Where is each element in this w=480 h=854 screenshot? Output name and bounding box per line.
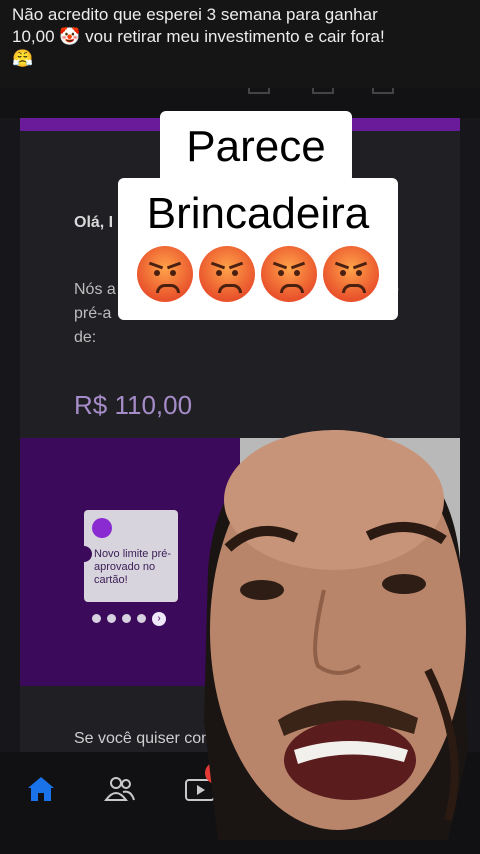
friends-icon <box>104 777 135 801</box>
home-icon <box>28 777 54 801</box>
credit-amount: R$ 110,00 <box>74 390 193 420</box>
angry-face-icon <box>261 246 317 302</box>
angry-face-icon <box>137 246 193 302</box>
sticker-text-brincadeira: Brincadeira <box>118 178 398 320</box>
email-body-line-1: Nós a <box>74 281 116 298</box>
card-notch <box>76 546 92 562</box>
caption-line-3: 😤 <box>12 49 34 68</box>
carousel-dot[interactable] <box>107 614 116 623</box>
sticker-word: Brincadeira <box>146 189 370 238</box>
tab-home[interactable] <box>24 772 58 806</box>
tab-friends[interactable] <box>103 772 137 806</box>
email-body-line-3: de: <box>74 329 97 346</box>
creator-face-overlay <box>204 430 468 840</box>
carousel-dot[interactable] <box>137 614 146 623</box>
carousel-dot[interactable] <box>92 614 101 623</box>
angry-face-icon <box>199 246 255 302</box>
caption-line-2: 10,00 🤡 vou retirar meu investimento e c… <box>12 27 385 46</box>
promo-card: Novo limite pré-aprovado no cartão! <box>76 510 178 602</box>
email-greeting: Olá, I <box>74 214 114 231</box>
video-caption: Não acredito que esperei 3 semana para g… <box>0 0 480 90</box>
nubank-badge-icon <box>92 518 112 538</box>
caption-line-1: Não acredito que esperei 3 semana para g… <box>12 5 378 24</box>
carousel-dot[interactable] <box>122 614 131 623</box>
toolbar-icon[interactable] <box>248 88 270 94</box>
promo-text: Novo limite pré-aprovado no cartão! <box>94 548 172 586</box>
carousel-dots[interactable]: › <box>92 612 166 626</box>
angry-face-icon <box>323 246 379 302</box>
angry-emoji-row <box>118 246 398 302</box>
toolbar-icon[interactable] <box>372 88 394 94</box>
carousel-next-icon[interactable]: › <box>152 612 166 626</box>
sticker-text-parece: Parece <box>160 111 352 183</box>
toolbar-icon[interactable] <box>312 88 334 94</box>
